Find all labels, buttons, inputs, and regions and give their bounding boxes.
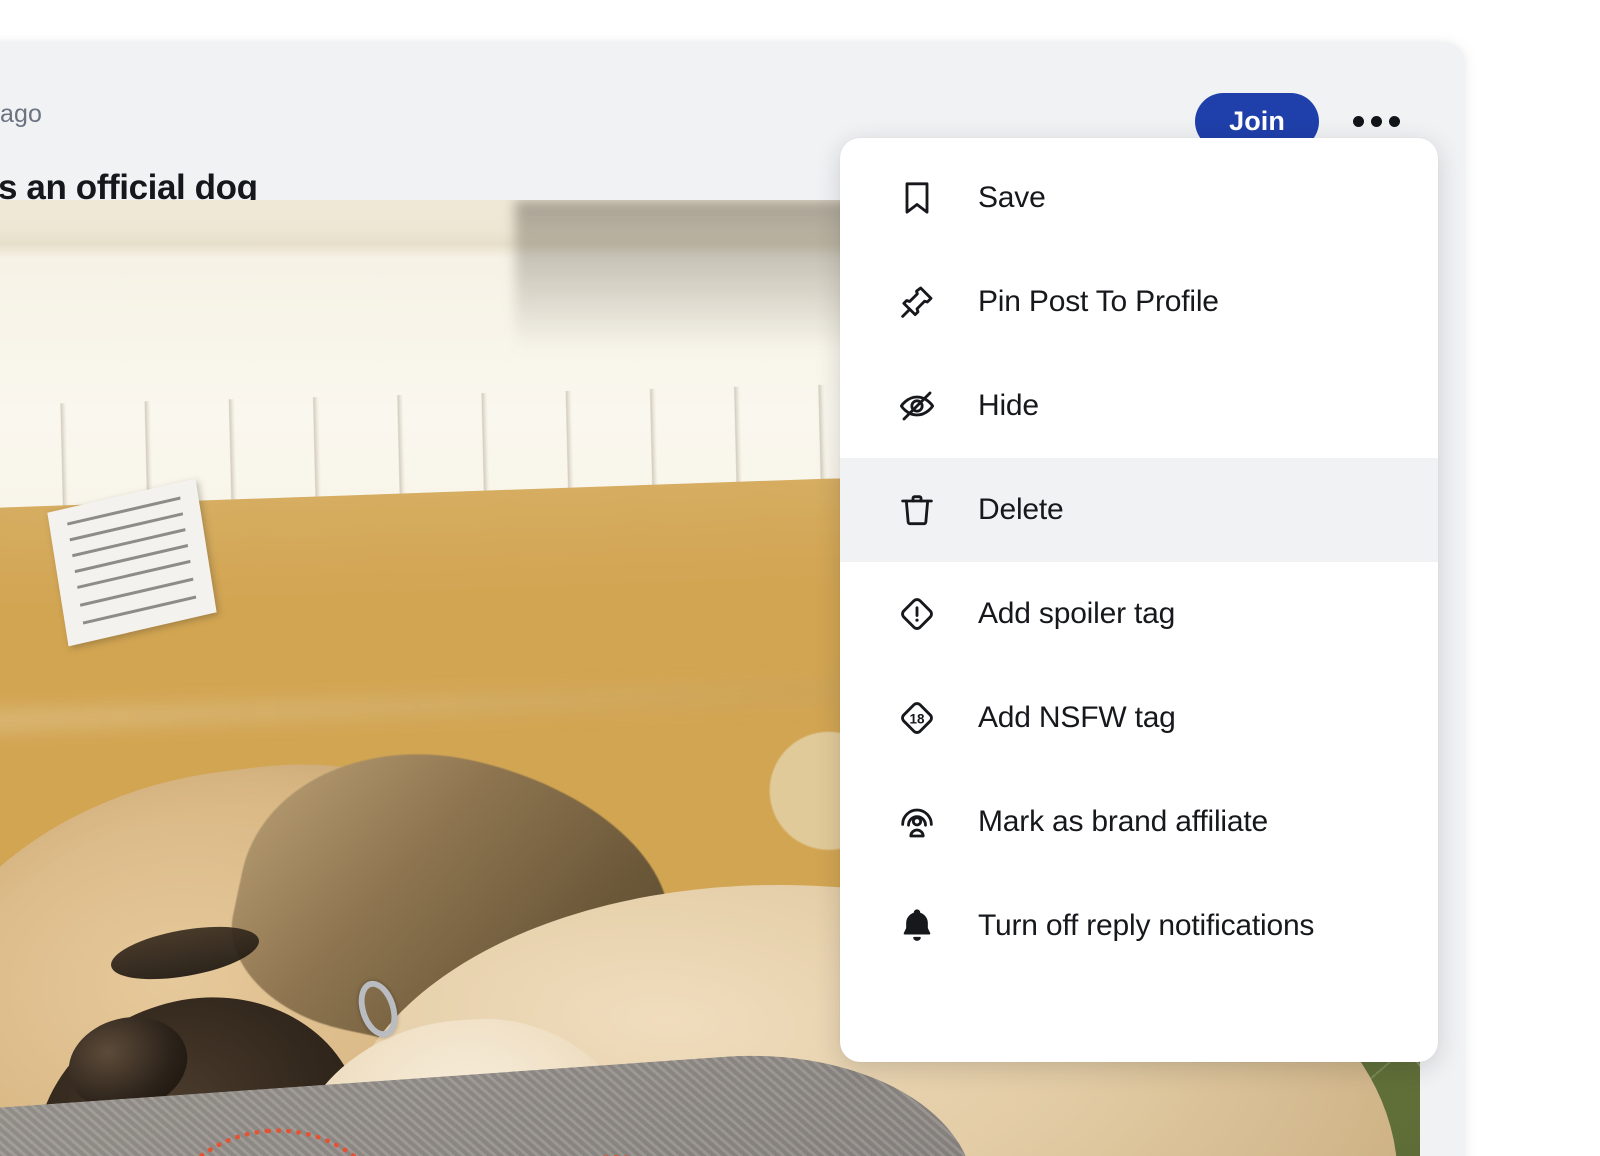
menu-item-label: Mark as brand affiliate bbox=[978, 805, 1268, 838]
post-overflow-menu: Save Pin Post To Profile Hide Delete Add… bbox=[840, 138, 1438, 1062]
screen-canvas: ago s an official dog Join Save Pin Post… bbox=[0, 0, 1600, 1156]
post-timestamp: ago bbox=[0, 100, 43, 128]
kebab-dot bbox=[1388, 116, 1400, 127]
kebab-dot bbox=[1370, 116, 1382, 127]
menu-item-add-nsfw-tag[interactable]: 18 Add NSFW tag bbox=[840, 666, 1438, 770]
menu-item-hide[interactable]: Hide bbox=[840, 354, 1438, 458]
menu-item-add-spoiler-tag[interactable]: Add spoiler tag bbox=[840, 562, 1438, 666]
bell-icon bbox=[894, 903, 940, 949]
menu-item-turn-off-reply-notifications[interactable]: Turn off reply notifications bbox=[840, 874, 1438, 978]
menu-item-label: Add spoiler tag bbox=[978, 597, 1176, 630]
menu-item-mark-as-brand-affiliate[interactable]: Mark as brand affiliate bbox=[840, 770, 1438, 874]
menu-item-save[interactable]: Save bbox=[840, 146, 1438, 250]
eye-slash-icon bbox=[894, 383, 940, 429]
menu-item-delete[interactable]: Delete bbox=[840, 458, 1438, 562]
trash-icon bbox=[894, 487, 940, 533]
menu-item-label: Save bbox=[978, 181, 1046, 214]
nsfw-18-diamond-icon: 18 bbox=[894, 695, 940, 741]
pin-icon bbox=[894, 279, 940, 325]
brand-affiliate-icon bbox=[894, 799, 940, 845]
menu-item-label: Turn off reply notifications bbox=[978, 909, 1315, 942]
bookmark-icon bbox=[894, 175, 940, 221]
spoiler-exclamation-diamond-icon bbox=[894, 591, 940, 637]
menu-item-pin-post-to-profile[interactable]: Pin Post To Profile bbox=[840, 250, 1438, 354]
menu-item-label: Add NSFW tag bbox=[978, 701, 1176, 734]
menu-item-label: Hide bbox=[978, 389, 1039, 422]
menu-item-label: Pin Post To Profile bbox=[978, 285, 1219, 318]
kebab-dot bbox=[1352, 116, 1364, 127]
svg-text:18: 18 bbox=[909, 712, 925, 727]
menu-item-label: Delete bbox=[978, 493, 1064, 526]
